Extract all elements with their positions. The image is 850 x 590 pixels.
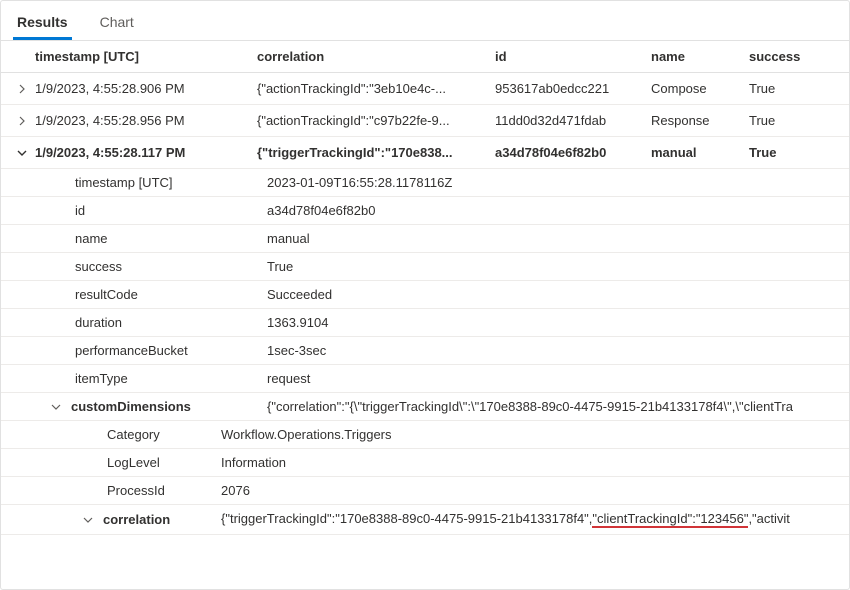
detail-value: {"correlation":"{\"triggerTrackingId\":\… (263, 399, 849, 414)
cell-timestamp: 1/9/2023, 4:55:28.117 PM (35, 145, 185, 160)
detail-row: Category Workflow.Operations.Triggers (1, 421, 849, 449)
detail-value: Workflow.Operations.Triggers (219, 427, 849, 442)
cell-correlation: {"actionTrackingId":"c97b22fe-9... (247, 105, 485, 136)
detail-row: id a34d78f04e6f82b0 (1, 197, 849, 225)
cell-timestamp: 1/9/2023, 4:55:28.956 PM (35, 113, 185, 128)
detail-value: Succeeded (263, 287, 849, 302)
chevron-down-icon[interactable] (51, 402, 71, 412)
header-timestamp[interactable]: timestamp [UTC] (1, 41, 247, 72)
cell-correlation: {"actionTrackingId":"3eb10e4c-... (247, 73, 485, 104)
table-row-expanded[interactable]: 1/9/2023, 4:55:28.117 PM {"triggerTracki… (1, 137, 849, 169)
chevron-right-icon[interactable] (9, 116, 35, 126)
detail-label: Category (1, 427, 219, 442)
detail-label: LogLevel (1, 455, 219, 470)
detail-row-correlation[interactable]: correlation {"triggerTrackingId":"170e83… (1, 505, 849, 535)
header-id[interactable]: id (485, 41, 641, 72)
cell-id: 953617ab0edcc221 (485, 73, 641, 104)
header-correlation[interactable]: correlation (247, 41, 485, 72)
chevron-down-icon[interactable] (83, 515, 103, 525)
detail-row: ProcessId 2076 (1, 477, 849, 505)
tabs-bar: Results Chart (1, 1, 849, 41)
detail-row: success True (1, 253, 849, 281)
detail-label: customDimensions (71, 399, 191, 414)
header-name[interactable]: name (641, 41, 739, 72)
correlation-highlight: "clientTrackingId":"123456" (592, 511, 748, 528)
detail-row: itemType request (1, 365, 849, 393)
cell-name: manual (641, 137, 739, 168)
detail-value: 1sec-3sec (263, 343, 849, 358)
detail-label: ProcessId (1, 483, 219, 498)
detail-row: resultCode Succeeded (1, 281, 849, 309)
detail-row: duration 1363.9104 (1, 309, 849, 337)
detail-value: 1363.9104 (263, 315, 849, 330)
detail-label: resultCode (1, 287, 263, 302)
cell-timestamp: 1/9/2023, 4:55:28.906 PM (35, 81, 185, 96)
tab-chart[interactable]: Chart (96, 6, 138, 40)
tab-results[interactable]: Results (13, 6, 72, 40)
detail-value: manual (263, 231, 849, 246)
detail-label: duration (1, 315, 263, 330)
detail-row: name manual (1, 225, 849, 253)
table-row[interactable]: 1/9/2023, 4:55:28.906 PM {"actionTrackin… (1, 73, 849, 105)
detail-value: 2076 (219, 483, 849, 498)
grid-header: timestamp [UTC] correlation id name succ… (1, 41, 849, 73)
detail-label: correlation (103, 512, 170, 527)
correlation-text-prefix: {"triggerTrackingId":"170e8388-89c0-4475… (221, 511, 592, 526)
results-grid: timestamp [UTC] correlation id name succ… (1, 41, 849, 535)
cell-success: True (739, 105, 849, 136)
chevron-down-icon[interactable] (9, 148, 35, 158)
cell-name: Compose (641, 73, 739, 104)
cell-name: Response (641, 105, 739, 136)
detail-row: timestamp [UTC] 2023-01-09T16:55:28.1178… (1, 169, 849, 197)
detail-value: a34d78f04e6f82b0 (263, 203, 849, 218)
header-success[interactable]: success (739, 41, 849, 72)
detail-value: Information (219, 455, 849, 470)
cell-id: 11dd0d32d471fdab (485, 105, 641, 136)
cell-id: a34d78f04e6f82b0 (485, 137, 641, 168)
detail-value: request (263, 371, 849, 386)
detail-value: {"triggerTrackingId":"170e8388-89c0-4475… (219, 511, 849, 528)
correlation-text-suffix: ,"activit (748, 511, 789, 526)
detail-label: name (1, 231, 263, 246)
detail-value: 2023-01-09T16:55:28.1178116Z (263, 175, 849, 190)
detail-label: success (1, 259, 263, 274)
detail-value: True (263, 259, 849, 274)
detail-label: performanceBucket (1, 343, 263, 358)
chevron-right-icon[interactable] (9, 84, 35, 94)
detail-row: performanceBucket 1sec-3sec (1, 337, 849, 365)
cell-correlation: {"triggerTrackingId":"170e838... (247, 137, 485, 168)
table-row[interactable]: 1/9/2023, 4:55:28.956 PM {"actionTrackin… (1, 105, 849, 137)
cell-success: True (739, 137, 849, 168)
detail-row-customdimensions[interactable]: customDimensions {"correlation":"{\"trig… (1, 393, 849, 421)
detail-label: timestamp [UTC] (1, 175, 263, 190)
detail-label: itemType (1, 371, 263, 386)
detail-row: LogLevel Information (1, 449, 849, 477)
cell-success: True (739, 73, 849, 104)
detail-label: id (1, 203, 263, 218)
